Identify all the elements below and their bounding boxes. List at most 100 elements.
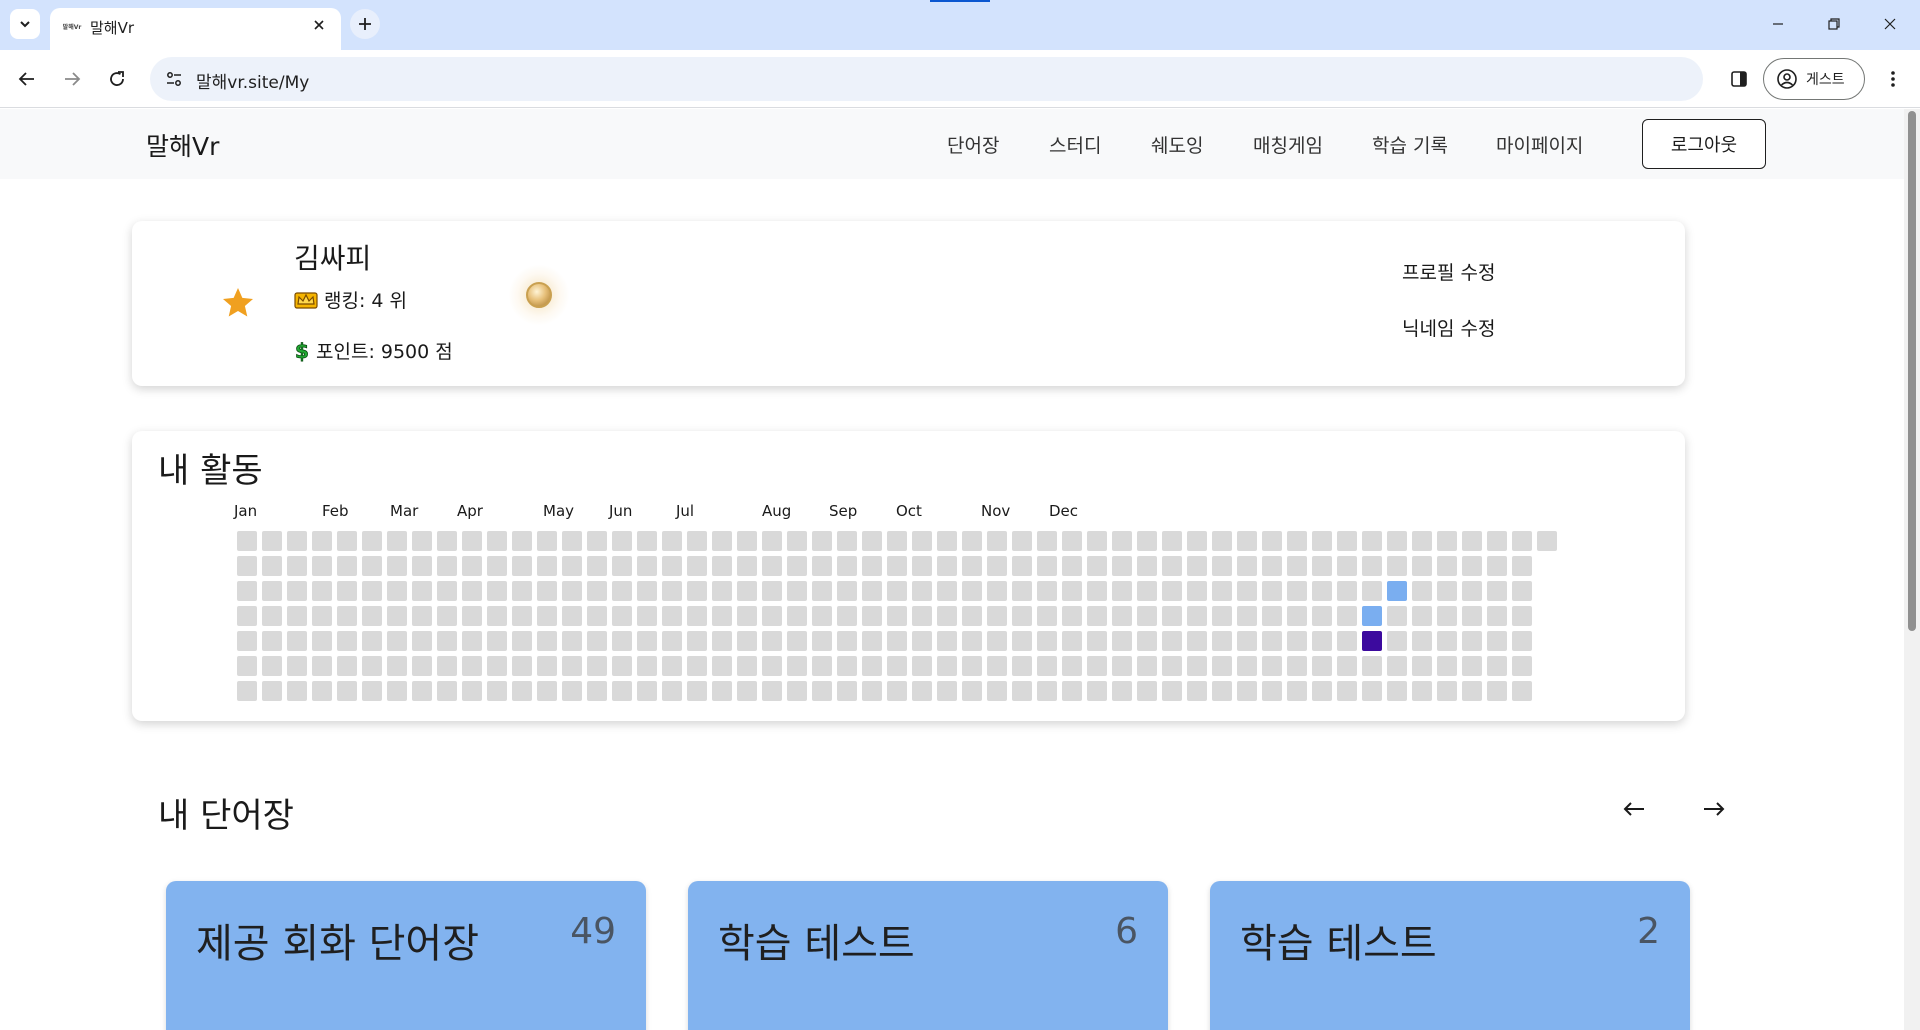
profile-chip[interactable]: 게스트 [1763,58,1865,100]
arrow-right-icon [65,72,81,86]
activity-cell [1062,556,1082,576]
activity-cell [1512,681,1532,701]
activity-cell [612,531,632,551]
activity-cell [1212,556,1232,576]
activity-cell [387,631,407,651]
minimize-button[interactable] [1756,8,1800,40]
browser-menu-button[interactable] [1876,62,1910,96]
activity-cell [787,606,807,626]
scrollbar-thumb[interactable] [1908,111,1916,631]
back-button[interactable] [10,62,44,96]
month-label: Nov [981,502,1011,520]
nav-item-mypage[interactable]: 마이페이지 [1496,131,1583,158]
nav-item-matching-game[interactable]: 매칭게임 [1253,131,1323,158]
activity-cell [262,656,282,676]
activity-cell [837,656,857,676]
month-label: May [543,502,575,520]
dollar-icon: $ [295,339,310,363]
edit-nickname-button[interactable]: 닉네임 수정 [1402,314,1495,341]
activity-cell [412,631,432,651]
close-window-button[interactable] [1868,8,1912,40]
activity-cell [1312,681,1332,701]
activity-cell [1162,556,1182,576]
activity-cell [1087,631,1107,651]
month-label: Aug [762,502,792,520]
reload-button[interactable] [100,62,134,96]
activity-cell [1087,556,1107,576]
activity-cell [1512,556,1532,576]
activity-cell [262,556,282,576]
activity-cell [1187,531,1207,551]
vocab-card[interactable]: 학습 테스트 2 [1210,881,1690,1030]
month-label: Feb [322,502,349,520]
points-text: 포인트: 9500 점 [316,341,453,363]
activity-cell [1012,656,1032,676]
activity-cell [662,556,682,576]
page-scrollbar[interactable] [1904,109,1920,1030]
new-tab-button[interactable] [350,9,380,39]
activity-cell [337,531,357,551]
vocab-card-count: 2 [1637,911,1660,952]
tab-strip: 말해Vr 말해Vr [0,0,1920,50]
activity-cell [862,556,882,576]
restore-button[interactable] [1812,8,1856,40]
activity-cell [1037,531,1057,551]
activity-cell [762,556,782,576]
tab-search-button[interactable] [10,9,40,39]
activity-cell [912,531,932,551]
activity-cell [1262,581,1282,601]
vocab-card[interactable]: 학습 테스트 6 [688,881,1168,1030]
browser-tab-active[interactable]: 말해Vr 말해Vr [50,8,341,50]
activity-cell [1537,531,1557,551]
activity-cell [362,581,382,601]
logout-button[interactable]: 로그아웃 [1642,119,1766,169]
site-brand[interactable]: 말해Vr [146,127,219,163]
activity-cell [462,531,482,551]
activity-cell [1337,606,1357,626]
site-info-button[interactable] [160,65,188,93]
activity-cell [987,631,1007,651]
nav-item-study[interactable]: 스터디 [1049,131,1101,158]
activity-cell [487,531,507,551]
activity-cell [1037,681,1057,701]
vocab-next-button[interactable] [1697,792,1731,826]
tab-close-button[interactable] [307,13,331,37]
activity-cell [1187,606,1207,626]
activity-cell [1187,656,1207,676]
edit-profile-button[interactable]: 프로필 수정 [1402,258,1495,285]
activity-cell [537,606,557,626]
activity-cell [1112,681,1132,701]
activity-cell [287,581,307,601]
activity-cell [1037,631,1057,651]
vocab-card-count: 6 [1115,911,1138,952]
close-icon [314,20,324,30]
activity-cell [1262,656,1282,676]
activity-cell [562,531,582,551]
activity-cell [1112,581,1132,601]
arrow-left-icon [18,72,34,86]
activity-cell [812,531,832,551]
vocab-prev-button[interactable] [1617,792,1651,826]
nav-item-vocab[interactable]: 단어장 [947,131,999,158]
vocab-card[interactable]: 제공 회화 단어장 49 [166,881,646,1030]
activity-cell [662,581,682,601]
activity-cell [1187,681,1207,701]
nav-item-shadowing[interactable]: 쉐도잉 [1151,131,1203,158]
forward-button[interactable] [55,62,89,96]
activity-cell [787,656,807,676]
address-bar[interactable]: 말해vr.site/My [150,57,1703,101]
nav-item-study-record[interactable]: 학습 기록 [1372,131,1448,158]
activity-cell [937,606,957,626]
activity-cell [1412,681,1432,701]
activity-cell [512,581,532,601]
side-panel-button[interactable] [1722,62,1756,96]
activity-cell [1387,631,1407,651]
activity-cell [962,581,982,601]
url-text[interactable]: 말해vr.site/My [196,68,309,93]
activity-cell [1112,531,1132,551]
activity-cell [812,631,832,651]
activity-cell [1362,681,1382,701]
activity-cell [1187,581,1207,601]
activity-cell [862,581,882,601]
activity-title: 내 활동 [158,451,263,491]
